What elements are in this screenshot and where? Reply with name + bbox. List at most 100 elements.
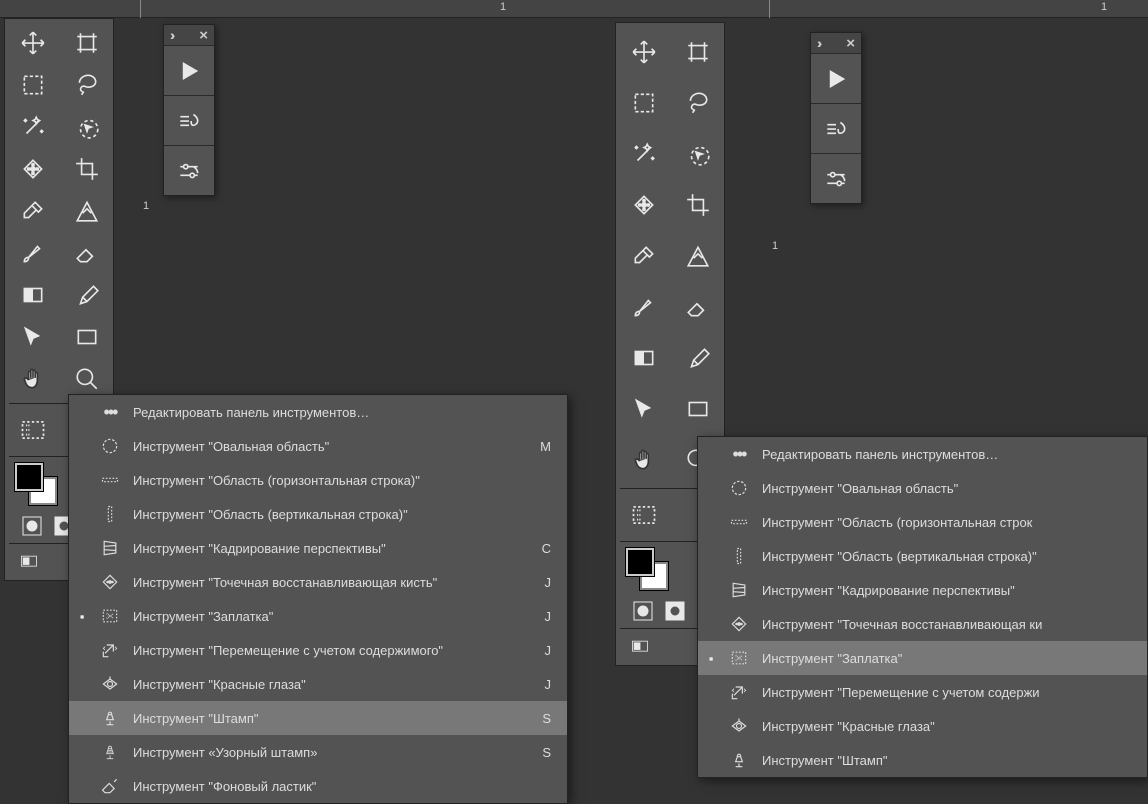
magic-wand-tool[interactable] (620, 131, 668, 176)
actions-panel[interactable]: ›› × (163, 24, 215, 196)
menu-item-label: Инструмент "Заплатка" (133, 609, 517, 624)
patch-icon (99, 605, 121, 627)
pen-tool[interactable] (63, 277, 111, 313)
tool-flyout-menu: ••• Редактировать панель инструментов… И… (697, 436, 1148, 778)
menu-item[interactable]: Инструмент "Кадрирование перспективы" (698, 573, 1147, 607)
menu-item-label: Инструмент "Овальная область" (762, 481, 1131, 496)
crop-tool[interactable] (63, 151, 111, 187)
close-icon[interactable]: × (199, 27, 208, 44)
clone-stamp-icon (99, 707, 121, 729)
menu-item[interactable]: Инструмент "Штамп"S (69, 701, 567, 735)
menu-item[interactable]: Инструмент "Овальная область"M (69, 429, 567, 463)
lasso-tool[interactable] (674, 80, 722, 125)
quick-select-tool[interactable] (63, 109, 111, 145)
menu-item[interactable]: Инструмент "Область (горизонтальная стро… (69, 463, 567, 497)
path-select-tool[interactable] (620, 386, 668, 431)
quickmask-mode-icon[interactable] (664, 600, 686, 622)
color-swatch[interactable] (15, 463, 57, 505)
screen-mode-button[interactable] (626, 635, 654, 659)
fg-color[interactable] (15, 463, 43, 491)
ellipse-marquee-icon (99, 435, 121, 457)
redeye-icon (99, 673, 121, 695)
healing-tool[interactable] (620, 182, 668, 227)
zoom-tool[interactable] (63, 361, 111, 397)
artboard-tool[interactable] (674, 29, 722, 74)
menu-item[interactable]: Инструмент "Точечная восстанавливающая к… (69, 565, 567, 599)
menu-item[interactable]: ▪Инструмент "Заплатка" (698, 641, 1147, 675)
frame-tool[interactable] (674, 233, 722, 278)
screen-mode-button[interactable] (15, 550, 43, 574)
eraser-tool[interactable] (674, 284, 722, 329)
menu-item[interactable]: Инструмент "Овальная область" (698, 471, 1147, 505)
active-mark: ▪ (706, 651, 716, 666)
hand-tool[interactable] (9, 361, 57, 397)
eyedropper-tool[interactable] (9, 193, 57, 229)
hand-tool[interactable] (620, 437, 668, 482)
panel-tab-header[interactable]: ›› × (164, 25, 214, 45)
content-move-icon (728, 681, 750, 703)
panel-item-play[interactable] (811, 53, 861, 103)
menu-item[interactable]: Инструмент "Область (вертикальная строка… (69, 497, 567, 531)
panel-item-adjust[interactable] (811, 153, 861, 203)
rectangle-tool[interactable] (63, 319, 111, 355)
menu-item[interactable]: Инструмент "Область (вертикальная строка… (698, 539, 1147, 573)
menu-item[interactable]: Инструмент "Красные глаза" (698, 709, 1147, 743)
marquee-tool[interactable] (9, 67, 57, 103)
ruler-label: 1 (1101, 1, 1107, 13)
fg-color[interactable] (626, 548, 654, 576)
eraser-tool[interactable] (63, 235, 111, 271)
menu-edit-toolbar[interactable]: ••• Редактировать панель инструментов… (698, 437, 1147, 471)
menu-item[interactable]: Инструмент "Штамп" (698, 743, 1147, 777)
color-swatch[interactable] (626, 548, 668, 590)
menu-item[interactable]: ▪Инструмент "Заплатка"J (69, 599, 567, 633)
menu-item-label: Инструмент "Точечная восстанавливающая к… (762, 617, 1131, 632)
persp-crop-icon (728, 579, 750, 601)
edit-toolbar-button[interactable] (9, 410, 57, 450)
standard-mode-icon[interactable] (21, 515, 43, 537)
magic-wand-tool[interactable] (9, 109, 57, 145)
lasso-tool[interactable] (63, 67, 111, 103)
move-tool[interactable] (9, 25, 57, 61)
actions-panel[interactable]: ›› × (810, 32, 862, 204)
menu-item[interactable]: Инструмент "Перемещение с учетом содержи (698, 675, 1147, 709)
artboard-tool[interactable] (63, 25, 111, 61)
collapse-icon[interactable]: ›› (817, 35, 818, 51)
panel-tab-header[interactable]: ›› × (811, 33, 861, 53)
redeye-icon (728, 715, 750, 737)
rectangle-tool[interactable] (674, 386, 722, 431)
move-tool[interactable] (620, 29, 668, 74)
edit-toolbar-button[interactable] (620, 495, 668, 535)
panel-item-adjust[interactable] (164, 145, 214, 195)
brush-tool[interactable] (9, 235, 57, 271)
ruler-horizontal: 1 (611, 0, 1148, 18)
gradient-tool[interactable] (9, 277, 57, 313)
menu-item-label: Инструмент "Штамп" (133, 711, 517, 726)
menu-edit-toolbar[interactable]: ••• Редактировать панель инструментов… (69, 395, 567, 429)
eyedropper-tool[interactable] (620, 233, 668, 278)
close-icon[interactable]: × (846, 35, 855, 52)
crop-tool[interactable] (674, 182, 722, 227)
standard-mode-icon[interactable] (632, 600, 654, 622)
path-select-tool[interactable] (9, 319, 57, 355)
menu-item[interactable]: Инструмент "Область (горизонтальная стро… (698, 505, 1147, 539)
panel-item-brushes[interactable] (811, 103, 861, 153)
collapse-icon[interactable]: ›› (170, 27, 171, 43)
gradient-tool[interactable] (620, 335, 668, 380)
healing-tool[interactable] (9, 151, 57, 187)
menu-item-shortcut: J (529, 643, 551, 658)
menu-item[interactable]: Инструмент "Кадрирование перспективы"C (69, 531, 567, 565)
menu-item[interactable]: Инструмент "Перемещение с учетом содержи… (69, 633, 567, 667)
marquee-tool[interactable] (620, 80, 668, 125)
pattern-stamp-icon (99, 741, 121, 763)
brush-tool[interactable] (620, 284, 668, 329)
menu-item-shortcut: C (529, 541, 551, 556)
menu-item-label: Инструмент "Штамп" (762, 753, 1131, 768)
menu-item[interactable]: Инструмент "Красные глаза"J (69, 667, 567, 701)
frame-tool[interactable] (63, 193, 111, 229)
panel-item-play[interactable] (164, 45, 214, 95)
quick-select-tool[interactable] (674, 131, 722, 176)
panel-item-brushes[interactable] (164, 95, 214, 145)
menu-item[interactable]: Инструмент "Точечная восстанавливающая к… (698, 607, 1147, 641)
pen-tool[interactable] (674, 335, 722, 380)
menu-item[interactable]: Инструмент "Фоновый ластик" (69, 769, 567, 803)
